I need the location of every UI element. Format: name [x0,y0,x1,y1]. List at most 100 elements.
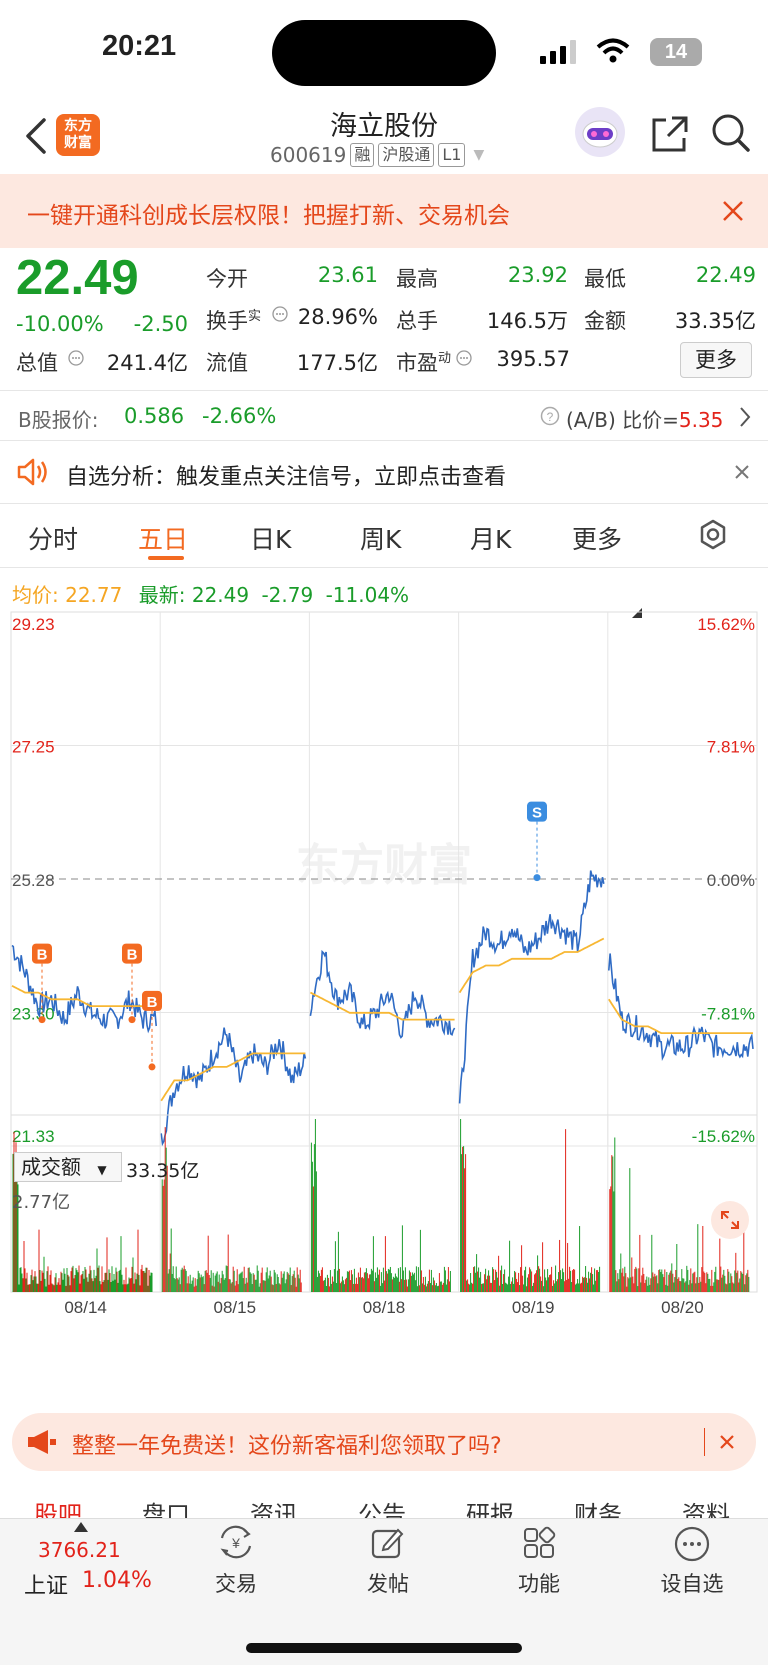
pct-axis-label: 0.00% [707,871,755,890]
quote-label: 换手实 [206,309,262,333]
caret-down-icon: ▼ [473,147,485,163]
quote-label: 总值 [16,351,58,375]
quote-value: 395.57 [496,347,570,371]
signal-icon [540,40,576,64]
dynamic-island [272,20,496,86]
robot-avatar-icon[interactable] [574,106,626,158]
quote-value: 28.96% [297,305,378,329]
volume-dropdown[interactable]: 成交额 ▼ [14,1152,122,1182]
volume-frame [10,1114,758,1293]
nav-watchlist-label[interactable]: 设自选 [642,1568,742,1598]
tab-4[interactable]: 月K [470,520,511,556]
megaphone-icon [28,1430,56,1454]
marker-dot [148,1063,156,1071]
marker-text: B [127,947,138,964]
tab-5[interactable]: 更多 [572,520,622,556]
quote-value: 241.4亿 [106,351,188,375]
volume-max: 2.77亿 [12,1192,71,1213]
search-icon[interactable] [710,112,752,154]
latest-change: -2.79 [261,583,314,607]
date-label: 08/18 [363,1298,406,1317]
chevron-right-icon[interactable] [738,406,752,428]
stock-code-row[interactable]: 600619 融 沪股通 L1 ▼ [270,143,484,167]
stock-code: 600619 [270,143,347,167]
tag-margin: 融 [350,143,375,167]
close-icon[interactable] [719,1434,735,1450]
battery-icon: 14 [650,38,702,66]
divider [0,567,768,568]
post-icon[interactable] [370,1526,404,1560]
five-day-chart[interactable]: 东方财富29.23 15.62%27.25 7.81%25.28 0.00%23.30… [0,605,768,1395]
price-axis-label: 27.25 [12,738,55,757]
more-dots-icon[interactable] [674,1526,710,1562]
quote-value: 33.35亿 [674,309,756,333]
avg-value: 22.77 [65,583,123,607]
index-name: 上证 [24,1574,69,1599]
quote-value: 23.61 [317,263,378,287]
latest-label: 最新: [138,583,186,607]
info-icon[interactable] [456,350,472,366]
divider [0,503,768,504]
close-icon[interactable] [734,464,750,480]
change-pct: -10.00% [16,312,104,336]
help-icon[interactable]: ? [540,406,560,426]
ab-ratio-label[interactable]: (A/B) 比价=5.35 [566,404,723,433]
b-share-pct: -2.66% [202,404,277,428]
share-icon[interactable] [650,114,690,154]
tab-3[interactable]: 周K [360,520,401,556]
price-axis-label: 21.33 [12,1127,55,1146]
tag-connect: 沪股通 [378,143,435,167]
function-icon[interactable] [522,1526,556,1560]
last-price: 22.49 [16,251,139,305]
settings-icon[interactable] [696,518,730,552]
divider [704,1428,705,1456]
divider [0,440,768,441]
volume-label: 成交额 [21,1155,81,1179]
close-icon[interactable] [722,200,744,222]
marker-dot [128,1016,136,1024]
ab-ratio-value: 5.35 [678,408,724,432]
promo-text: 整整一年免费送！这份新客福利您领取了吗? [72,1434,502,1459]
caret-down-icon: ▼ [97,1163,107,1177]
alert-text[interactable]: 自选分析：触发重点关注信号，立即点击查看 [66,459,506,491]
more-button[interactable]: 更多 [680,342,752,378]
svg-text:?: ? [547,410,554,424]
tab-1[interactable]: 五日 [138,520,188,556]
quote-label: 最高 [396,267,438,291]
quote-value: 22.49 [695,263,756,287]
latest-pct: -11.04% [325,583,410,607]
date-label: 08/15 [214,1298,257,1317]
marker-dot [533,874,541,882]
date-label: 08/19 [512,1298,555,1317]
tab-2[interactable]: 日K [250,520,291,556]
quote-label: 最低 [584,267,626,291]
tab-0[interactable]: 分时 [28,520,78,556]
pct-axis-label: -15.62% [692,1127,755,1146]
b-share-label: B股报价: [18,408,99,432]
volume-total: 33.35亿 [126,1160,200,1182]
status-time: 20:21 [102,30,177,62]
nav-post-label[interactable]: 发帖 [338,1568,438,1598]
nav-trade-label[interactable]: 交易 [186,1568,286,1598]
ab-ratio-text: (A/B) 比价= [566,408,679,432]
index-value[interactable]: 3766.21 [38,1538,121,1562]
marker-text: S [532,805,542,822]
pct-axis-label: 7.81% [707,738,755,757]
wifi-icon [596,38,630,63]
pe-sup: 动 [438,351,452,366]
active-tab-underline [148,556,184,560]
avg-label: 均价: [12,583,59,607]
quote-label: 总手 [396,309,438,333]
expand-icon[interactable] [710,1200,750,1240]
info-icon[interactable] [68,350,84,366]
quote-label: 市盈动 [396,351,452,375]
turnover-sup: 实 [248,309,262,324]
nav-function-label[interactable]: 功能 [489,1568,589,1598]
index-pct: 1.04% [82,1568,152,1593]
trade-icon[interactable]: ¥ [216,1524,256,1560]
quote-value: 146.5万 [486,309,568,333]
watermark: 东方财富 [296,840,472,891]
change-value: -2.50 [133,312,188,336]
info-icon[interactable] [272,306,288,322]
latest-value: 22.49 [191,583,250,607]
